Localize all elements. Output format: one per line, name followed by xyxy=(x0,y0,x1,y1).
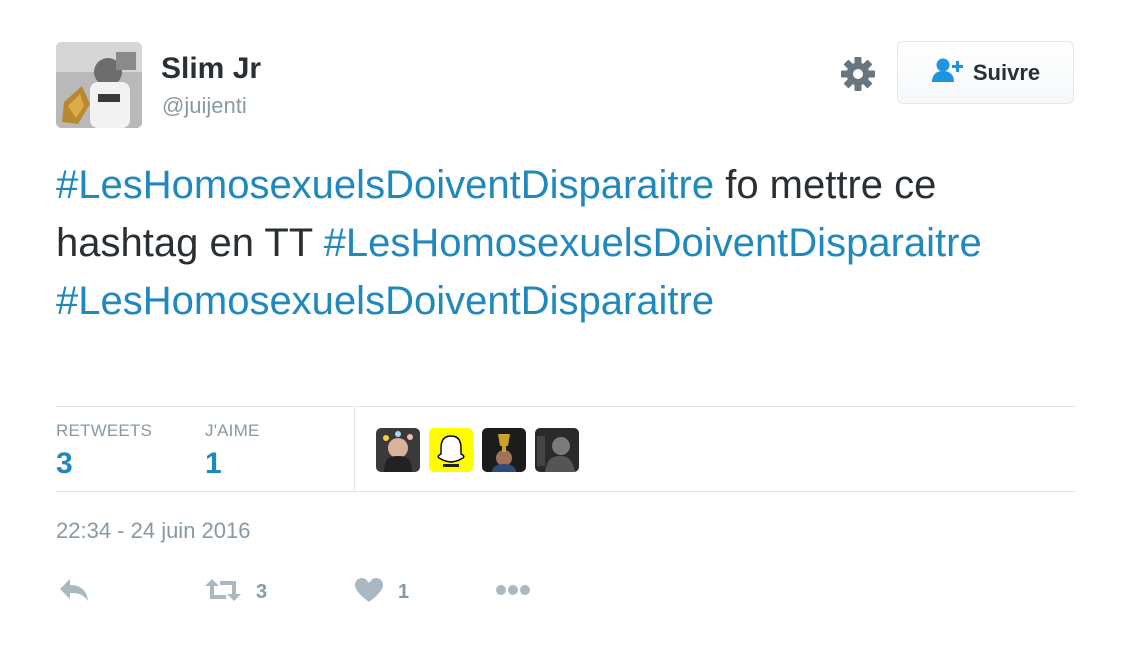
liker-avatar[interactable] xyxy=(535,428,579,472)
stats-divider xyxy=(354,407,355,491)
retweet-icon xyxy=(204,577,242,608)
liker-avatar[interactable] xyxy=(429,428,473,472)
retweet-count: 3 xyxy=(256,580,268,603)
liker-avatar[interactable] xyxy=(482,428,526,472)
retweet-button[interactable]: 3 xyxy=(204,575,267,609)
user-handle[interactable]: @juijenti xyxy=(162,93,247,119)
like-button[interactable]: 1 xyxy=(354,575,409,609)
follow-label: Suivre xyxy=(972,59,1041,85)
like-count: 1 xyxy=(398,580,410,603)
more-button[interactable] xyxy=(495,575,531,609)
display-name[interactable]: Slim Jr xyxy=(161,52,261,86)
reply-icon xyxy=(58,577,90,608)
more-icon xyxy=(495,583,531,601)
hashtag-link[interactable]: #LesHomosexuelsDoiventDisparaitre xyxy=(56,279,714,323)
user-avatar[interactable] xyxy=(56,42,142,128)
gear-icon[interactable] xyxy=(839,55,877,93)
hashtag-link[interactable]: #LesHomosexuelsDoiventDisparaitre xyxy=(56,163,714,207)
add-user-icon xyxy=(931,57,965,88)
tweet-timestamp[interactable]: 22:34 - 24 juin 2016 xyxy=(56,518,251,544)
reply-button[interactable] xyxy=(58,575,90,609)
likes-count[interactable]: 1 xyxy=(205,447,222,481)
liker-avatar[interactable] xyxy=(376,428,420,472)
stats-bottom-divider xyxy=(56,491,1076,492)
hashtag-link[interactable]: #LesHomosexuelsDoiventDisparaitre xyxy=(324,221,982,265)
tweet-text: #LesHomosexuelsDoiventDisparaitre fo met… xyxy=(56,156,1066,330)
stats-top-divider xyxy=(56,406,1076,407)
follow-button[interactable]: Suivre xyxy=(897,41,1074,104)
likes-label: J'AIME xyxy=(205,421,260,440)
heart-icon xyxy=(354,577,384,608)
retweets-count[interactable]: 3 xyxy=(56,447,73,481)
retweets-label: RETWEETS xyxy=(56,421,153,440)
